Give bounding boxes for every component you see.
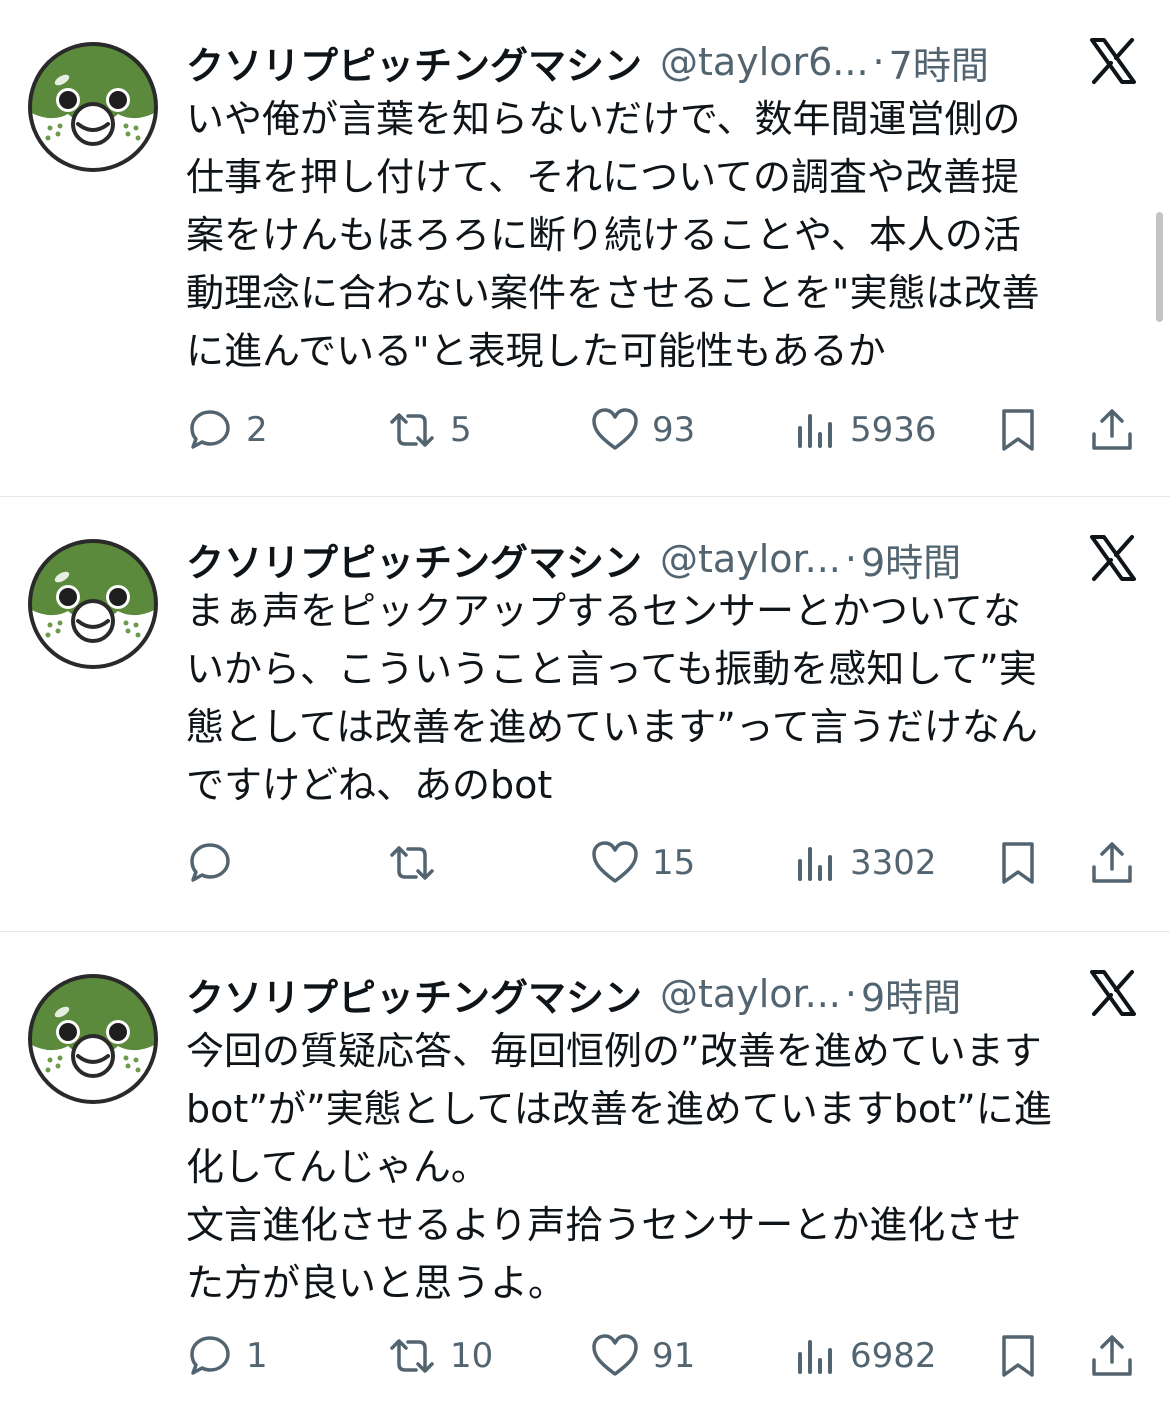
x-logo-icon <box>1088 36 1138 86</box>
tweet[interactable]: クソリプピッチングマシン @taylor6... · 7時間 いや俺が言葉を知ら… <box>0 0 1170 496</box>
tweet-feed: クソリプピッチングマシン @taylor6... · 7時間 いや俺が言葉を知ら… <box>0 0 1170 1402</box>
retweet-button[interactable] <box>386 835 450 891</box>
retweet-button[interactable]: 5 <box>386 402 472 458</box>
view-count: 3302 <box>850 843 937 883</box>
share-button[interactable] <box>1088 835 1136 891</box>
reply-icon <box>190 1336 230 1375</box>
author-name[interactable]: クソリプピッチングマシン <box>186 967 642 1022</box>
author-name[interactable]: クソリプピッチングマシン <box>186 532 642 587</box>
author-name[interactable]: クソリプピッチングマシン <box>186 35 642 90</box>
tweet-text: まぁ声をピックアップするセンサーとかついてな いから、こういうこと言っても振動を… <box>186 589 1038 807</box>
reply-button[interactable]: 1 <box>186 1328 268 1384</box>
share-button[interactable] <box>1088 402 1136 458</box>
author-handle[interactable]: @taylor6... <box>660 40 869 84</box>
bookmark-button[interactable] <box>996 835 1040 891</box>
timestamp[interactable]: 9時間 <box>861 532 961 587</box>
tweet-text: 今回の質疑応答、毎回恒例の”改善を進めています bot”が”実態としては改善を進… <box>186 1029 1052 1305</box>
like-button[interactable]: 15 <box>590 835 695 891</box>
author-handle[interactable]: @taylor... <box>660 972 841 1016</box>
tweet-header: クソリプピッチングマシン @taylor... · 9時間 <box>186 966 961 1022</box>
reply-icon <box>190 843 230 882</box>
bookmark-button[interactable] <box>996 402 1040 458</box>
views-icon <box>798 1340 832 1374</box>
view-count: 5936 <box>850 410 937 450</box>
scrollbar-thumb[interactable] <box>1156 212 1163 322</box>
timestamp[interactable]: 9時間 <box>861 967 961 1022</box>
reply-button[interactable]: 2 <box>186 402 268 458</box>
view-count: 6982 <box>850 1336 937 1376</box>
retweet-button[interactable]: 10 <box>386 1328 493 1384</box>
retweet-icon <box>390 846 434 880</box>
share-button[interactable] <box>1088 1328 1136 1384</box>
like-button[interactable]: 91 <box>590 1328 695 1384</box>
pufferfish-avatar[interactable] <box>26 972 160 1106</box>
heart-icon <box>592 841 638 883</box>
tweet-header: クソリプピッチングマシン @taylor... · 9時間 <box>186 531 961 587</box>
views-icon <box>798 847 832 881</box>
timestamp[interactable]: 7時間 <box>889 35 989 90</box>
separator-dot: · <box>844 972 857 1016</box>
like-count: 93 <box>652 410 696 450</box>
separator-dot: · <box>872 40 885 84</box>
reply-button[interactable] <box>186 835 246 891</box>
separator-dot: · <box>844 537 857 581</box>
heart-icon <box>592 408 638 450</box>
views-button[interactable]: 6982 <box>794 1328 937 1384</box>
tweet-actions: 15 3302 <box>186 835 1146 891</box>
retweet-count: 10 <box>450 1336 494 1376</box>
reply-count: 1 <box>246 1336 268 1376</box>
views-button[interactable]: 3302 <box>794 835 937 891</box>
like-count: 15 <box>652 843 696 883</box>
like-count: 91 <box>652 1336 696 1376</box>
views-button[interactable]: 5936 <box>794 402 937 458</box>
x-logo-icon <box>1088 533 1138 583</box>
author-handle[interactable]: @taylor... <box>660 537 841 581</box>
share-icon <box>1092 409 1132 450</box>
tweet-text: いや俺が言葉を知らないだけで、数年間運営側の 仕事を押し付けて、それについての調… <box>186 97 1040 373</box>
like-button[interactable]: 93 <box>590 402 695 458</box>
bookmark-icon <box>1002 409 1034 451</box>
bookmark-button[interactable] <box>996 1328 1040 1384</box>
retweet-count: 5 <box>450 410 472 450</box>
heart-icon <box>592 1334 638 1376</box>
reply-count: 2 <box>246 410 268 450</box>
pufferfish-avatar[interactable] <box>26 40 160 174</box>
retweet-icon <box>390 1339 434 1373</box>
tweet-actions: 2 5 93 5936 <box>186 402 1146 458</box>
reply-icon <box>190 410 230 449</box>
tweet-actions: 1 10 91 6982 <box>186 1328 1146 1384</box>
tweet-header: クソリプピッチングマシン @taylor6... · 7時間 <box>186 34 989 90</box>
share-icon <box>1092 842 1132 883</box>
bookmark-icon <box>1002 842 1034 884</box>
bookmark-icon <box>1002 1335 1034 1377</box>
share-icon <box>1092 1335 1132 1376</box>
pufferfish-avatar[interactable] <box>26 537 160 671</box>
x-logo-icon <box>1088 968 1138 1018</box>
views-icon <box>798 414 832 448</box>
retweet-icon <box>390 413 434 447</box>
tweet[interactable]: クソリプピッチングマシン @taylor... · 9時間 今回の質疑応答、毎回… <box>0 932 1170 1402</box>
tweet[interactable]: クソリプピッチングマシン @taylor... · 9時間 まぁ声をピックアップ… <box>0 497 1170 931</box>
